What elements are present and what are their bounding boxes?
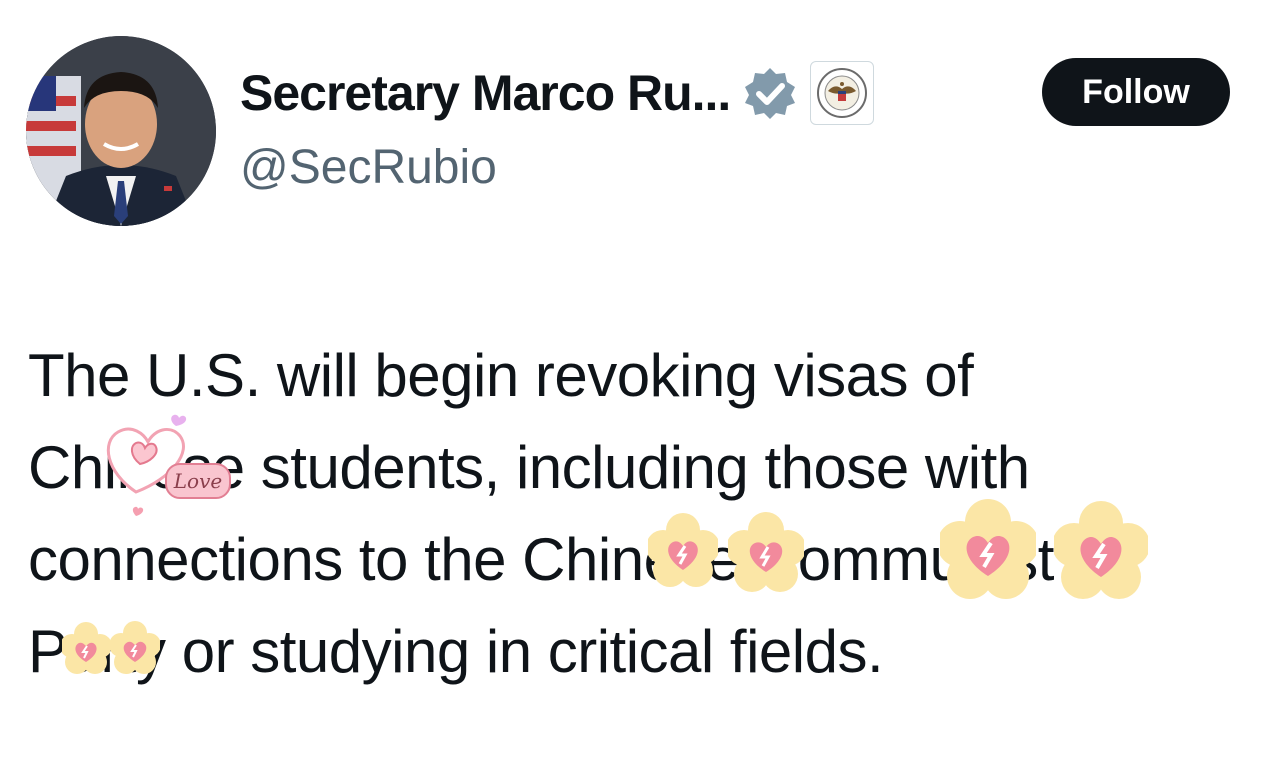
tweet-line: connections to the Chinese Communist	[28, 526, 1054, 593]
display-name[interactable]: Secretary Marco Ru...	[240, 64, 731, 122]
follow-button[interactable]: Follow	[1042, 58, 1230, 126]
tweet-line: Chinese students, including those with	[28, 434, 1030, 501]
tweet-line: The U.S. will begin revoking visas of	[28, 342, 974, 409]
tweet-line: Party or studying in critical fields.	[28, 618, 884, 685]
name-row: Secretary Marco Ru...	[240, 58, 875, 128]
tweet-text: The U.S. will begin revoking visas of Ch…	[28, 330, 1258, 698]
handle[interactable]: @SecRubio	[240, 140, 497, 195]
department-of-state-seal-icon[interactable]	[810, 61, 875, 125]
tweet-header: Secretary Marco Ru... @SecRubio Follow	[0, 0, 1280, 260]
avatar[interactable]	[26, 36, 216, 226]
verified-check-icon[interactable]	[742, 65, 798, 121]
